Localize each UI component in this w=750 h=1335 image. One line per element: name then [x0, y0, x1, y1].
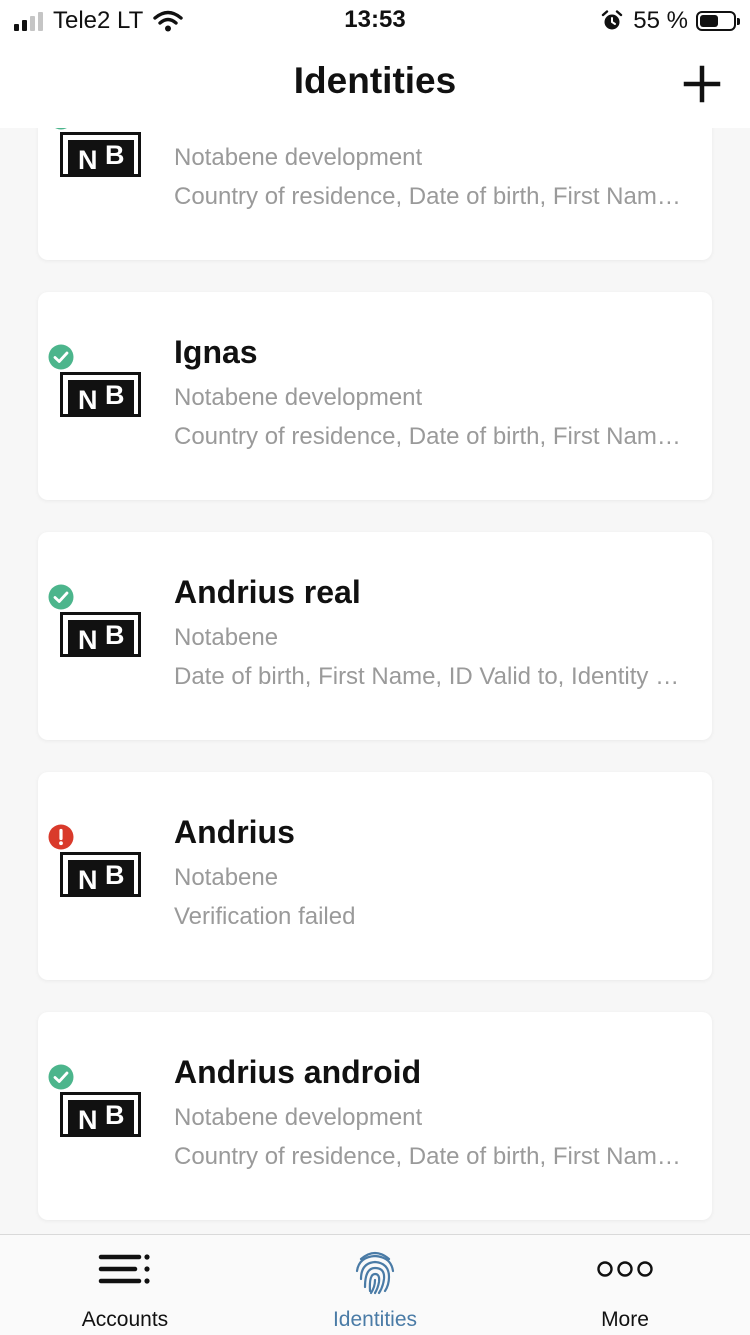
- identity-name: Andrius android: [174, 1054, 422, 1090]
- identity-card[interactable]: NB Andrius real Notabene Date of birth, …: [38, 532, 712, 740]
- verification-status-text: Verification failed: [174, 903, 356, 930]
- fingerprint-icon: [355, 1251, 395, 1295]
- navigation-header: Identities: [0, 40, 750, 128]
- identity-attributes: Country of residence, Date of birth, Fir…: [174, 1143, 684, 1170]
- identity-issuer: Notabene: [174, 624, 279, 651]
- verified-check-icon: [48, 344, 74, 370]
- svg-text:N: N: [78, 865, 98, 895]
- notabene-logo-icon: NB: [60, 1092, 142, 1140]
- svg-text:B: B: [105, 380, 125, 410]
- add-identity-button[interactable]: [678, 60, 726, 108]
- identity-issuer: Notabene development: [174, 1104, 423, 1131]
- battery-icon: [696, 11, 740, 31]
- status-bar: Tele2 LT 13:53 55 %: [0, 0, 750, 40]
- svg-text:N: N: [78, 1105, 98, 1135]
- svg-text:B: B: [105, 620, 125, 650]
- identity-list[interactable]: NB Notabene development Country of resid…: [0, 0, 750, 1234]
- tab-more[interactable]: More: [500, 1235, 750, 1335]
- verified-check-icon: [48, 1064, 74, 1090]
- identity-name: Ignas: [174, 334, 258, 370]
- tab-label: Accounts: [81, 1308, 169, 1331]
- identity-card[interactable]: NB Ignas Notabene development Country of…: [38, 292, 712, 500]
- tab-identities[interactable]: Identities: [250, 1235, 500, 1335]
- verified-check-icon: [48, 584, 74, 610]
- identity-attributes: Country of residence, Date of birth, Fir…: [174, 183, 684, 210]
- identity-issuer: Notabene development: [174, 144, 423, 171]
- notabene-logo-icon: NB: [60, 612, 142, 660]
- notabene-logo-icon: NB: [60, 372, 142, 420]
- svg-text:B: B: [105, 860, 125, 890]
- alarm-icon: [602, 10, 623, 30]
- identity-card[interactable]: NB Andrius android Notabene development …: [38, 1012, 712, 1220]
- more-dots-icon: [597, 1261, 653, 1277]
- tab-label: More: [601, 1308, 649, 1331]
- identity-card[interactable]: NB Andrius Notabene Verification failed: [38, 772, 712, 980]
- error-alert-icon: [48, 824, 74, 850]
- accounts-menu-icon: [98, 1254, 150, 1284]
- notabene-logo-icon: NB: [60, 132, 142, 180]
- svg-text:N: N: [78, 625, 98, 655]
- notabene-logo-icon: NB: [60, 852, 142, 900]
- tab-bar: Accounts Identities More: [0, 1234, 750, 1335]
- tab-accounts[interactable]: Accounts: [0, 1235, 250, 1335]
- identity-name: Andrius: [174, 814, 295, 850]
- svg-text:B: B: [105, 1100, 125, 1130]
- battery-percent: 55 %: [633, 7, 688, 34]
- svg-text:N: N: [78, 145, 98, 175]
- identity-name: Andrius real: [174, 574, 361, 610]
- plus-icon: [683, 65, 721, 103]
- identity-attributes: Date of birth, First Name, ID Valid to, …: [174, 663, 684, 690]
- page-title: Identities: [293, 60, 457, 101]
- identity-attributes: Country of residence, Date of birth, Fir…: [174, 423, 684, 450]
- identity-issuer: Notabene: [174, 864, 279, 891]
- tab-label: Identities: [332, 1308, 418, 1331]
- identity-issuer: Notabene development: [174, 384, 423, 411]
- svg-text:B: B: [105, 140, 125, 170]
- svg-text:N: N: [78, 385, 98, 415]
